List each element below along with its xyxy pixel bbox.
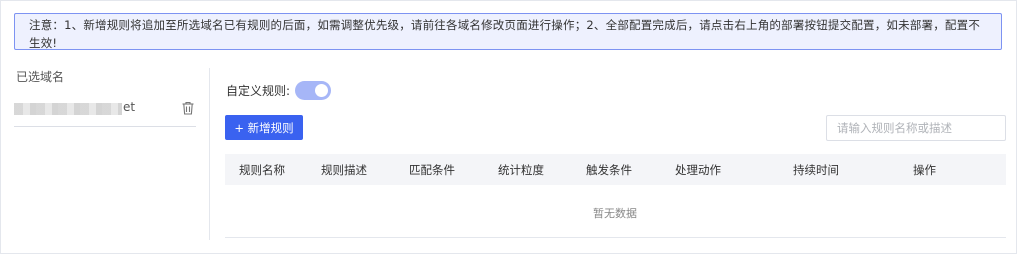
- panel-divider: [209, 68, 210, 240]
- domain-list-item: et: [14, 98, 196, 127]
- column-header-action: 处理动作: [675, 163, 721, 177]
- domain-name-redacted: [14, 103, 122, 115]
- empty-text: 暂无数据: [593, 207, 637, 220]
- column-header-rule-name: 规则名称: [239, 163, 285, 177]
- column-header-operations: 操作: [913, 163, 936, 177]
- custom-rule-label: 自定义规则:: [226, 84, 291, 98]
- add-rule-button[interactable]: + 新增规则: [225, 115, 303, 140]
- column-header-trigger-conditions: 触发条件: [586, 163, 632, 177]
- column-header-rule-description: 规则描述: [321, 163, 367, 177]
- selected-domains-title: 已选域名: [16, 70, 65, 84]
- toggle-knob: [315, 84, 328, 97]
- custom-rule-toggle[interactable]: [295, 81, 331, 100]
- column-header-duration: 持续时间: [793, 163, 839, 177]
- table-header: 规则名称 规则描述 匹配条件 统计粒度 触发条件 处理动作 持续时间 操作: [225, 154, 1006, 185]
- table-empty-state: 暂无数据: [225, 185, 1006, 238]
- trash-icon[interactable]: [180, 100, 196, 116]
- notice-banner: 注意：1、新增规则将追加至所选域名已有规则的后面，如需调整优先级，请前往各域名修…: [14, 13, 1002, 50]
- column-header-statistics-granularity: 统计粒度: [498, 163, 544, 177]
- notice-text: 注意：1、新增规则将追加至所选域名已有规则的后面，如需调整优先级，请前往各域名修…: [29, 18, 981, 50]
- domain-name-suffix: et: [123, 100, 136, 114]
- rule-search-input[interactable]: [826, 115, 1006, 141]
- column-header-match-conditions: 匹配条件: [409, 163, 455, 177]
